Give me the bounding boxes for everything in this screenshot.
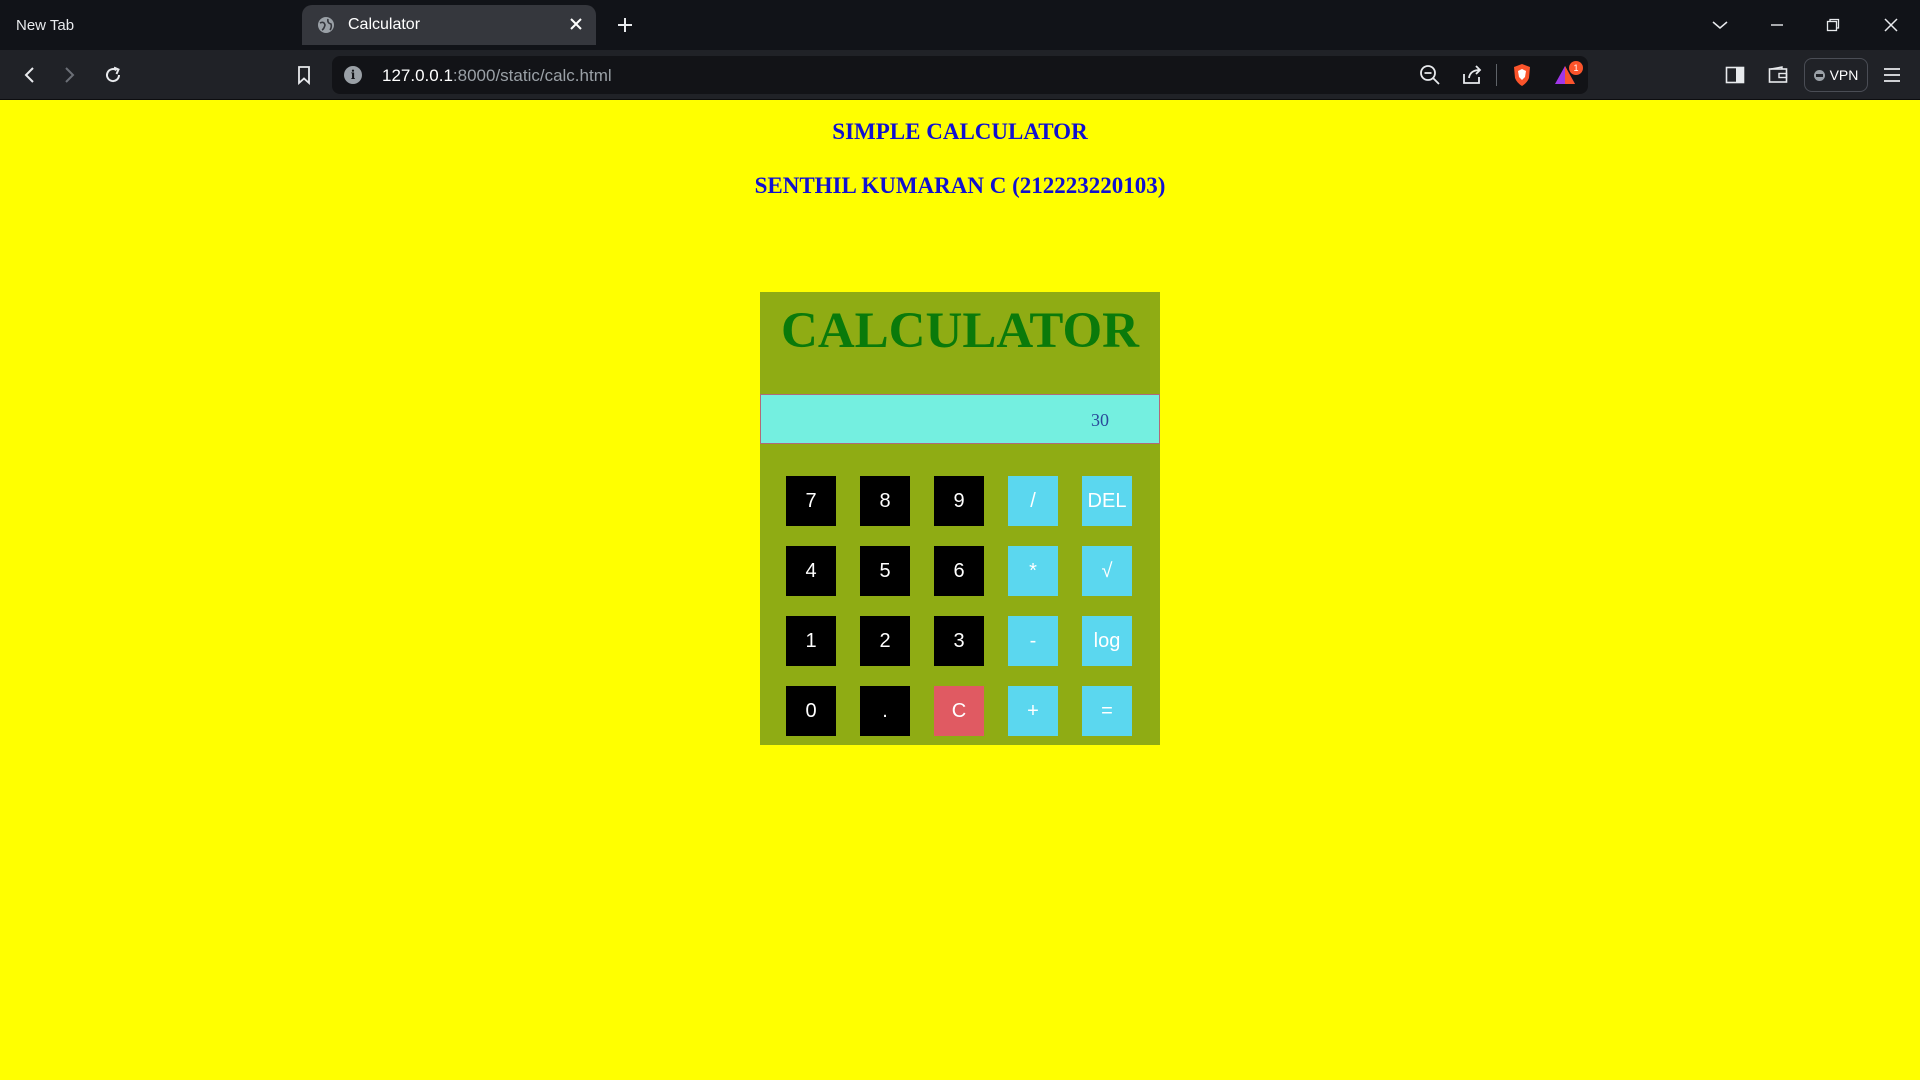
calculator: CALCULATOR 30 7 8 9 / DEL 4 5 6 * √ 1 2 … bbox=[760, 292, 1160, 745]
vpn-icon bbox=[1813, 69, 1825, 81]
display-value: 30 bbox=[1091, 410, 1109, 430]
tab-new-tab[interactable]: New Tab bbox=[0, 6, 300, 44]
url-path: :8000/static/calc.html bbox=[452, 66, 612, 85]
globe-icon bbox=[316, 15, 336, 35]
key-6[interactable]: 6 bbox=[934, 546, 984, 596]
key-8[interactable]: 8 bbox=[860, 476, 910, 526]
share-icon[interactable] bbox=[1458, 62, 1486, 88]
key-clear[interactable]: C bbox=[934, 686, 984, 736]
restore-icon[interactable] bbox=[1818, 10, 1848, 40]
key-1[interactable]: 1 bbox=[786, 616, 836, 666]
key-9[interactable]: 9 bbox=[934, 476, 984, 526]
minimize-icon[interactable] bbox=[1762, 10, 1792, 40]
plus-icon[interactable] bbox=[612, 12, 638, 38]
key-delete[interactable]: DEL bbox=[1082, 476, 1132, 526]
back-icon[interactable] bbox=[15, 61, 43, 89]
info-icon[interactable]: i bbox=[344, 66, 362, 84]
vpn-button[interactable]: VPN bbox=[1804, 58, 1868, 92]
url-host: 127.0.0.1 bbox=[382, 66, 453, 85]
tab-label: Calculator bbox=[348, 16, 421, 33]
window-close-icon[interactable] bbox=[1876, 10, 1906, 40]
tab-strip: New Tab Calculator bbox=[0, 0, 1920, 50]
page-subtitle: SENTHIL KUMARAN C (212223220103) bbox=[754, 173, 1166, 198]
brave-shield-icon[interactable] bbox=[1508, 62, 1536, 88]
key-7[interactable]: 7 bbox=[786, 476, 836, 526]
key-divide[interactable]: / bbox=[1008, 476, 1058, 526]
calculator-title: CALCULATOR bbox=[781, 303, 1139, 359]
notification-badge: 1 bbox=[1569, 61, 1583, 75]
page-title: SIMPLE CALCULATOR bbox=[832, 119, 1088, 144]
key-4[interactable]: 4 bbox=[786, 546, 836, 596]
address-bar[interactable]: i 127.0.0.1:8000/static/calc.html bbox=[332, 56, 1588, 94]
key-sqrt[interactable]: √ bbox=[1082, 546, 1132, 596]
reload-icon[interactable] bbox=[99, 61, 127, 89]
browser-toolbar: i 127.0.0.1:8000/static/calc.html VPN bbox=[0, 50, 1920, 100]
tab-calculator[interactable]: Calculator bbox=[302, 5, 596, 45]
chevron-down-icon[interactable] bbox=[1705, 10, 1735, 40]
key-equals[interactable]: = bbox=[1082, 686, 1132, 736]
key-5[interactable]: 5 bbox=[860, 546, 910, 596]
key-0[interactable]: 0 bbox=[786, 686, 836, 736]
page-content: SIMPLE CALCULATOR SENTHIL KUMARAN C (212… bbox=[0, 101, 1920, 1080]
close-icon[interactable] bbox=[566, 14, 586, 34]
key-3[interactable]: 3 bbox=[934, 616, 984, 666]
forward-icon[interactable] bbox=[56, 61, 84, 89]
menu-icon[interactable] bbox=[1878, 61, 1906, 89]
calculator-display[interactable]: 30 bbox=[760, 394, 1160, 444]
key-subtract[interactable]: - bbox=[1008, 616, 1058, 666]
bookmark-icon[interactable] bbox=[290, 61, 318, 89]
key-multiply[interactable]: * bbox=[1008, 546, 1058, 596]
divider bbox=[1496, 64, 1497, 86]
zoom-out-icon[interactable] bbox=[1416, 62, 1444, 88]
sidebar-icon[interactable] bbox=[1721, 61, 1749, 89]
vpn-label: VPN bbox=[1829, 67, 1859, 83]
url-text[interactable]: 127.0.0.1:8000/static/calc.html bbox=[382, 66, 612, 86]
tab-label: New Tab bbox=[16, 16, 75, 34]
key-decimal[interactable]: . bbox=[860, 686, 910, 736]
key-add[interactable]: + bbox=[1008, 686, 1058, 736]
wallet-icon[interactable] bbox=[1764, 61, 1792, 89]
key-log[interactable]: log bbox=[1082, 616, 1132, 666]
key-2[interactable]: 2 bbox=[860, 616, 910, 666]
